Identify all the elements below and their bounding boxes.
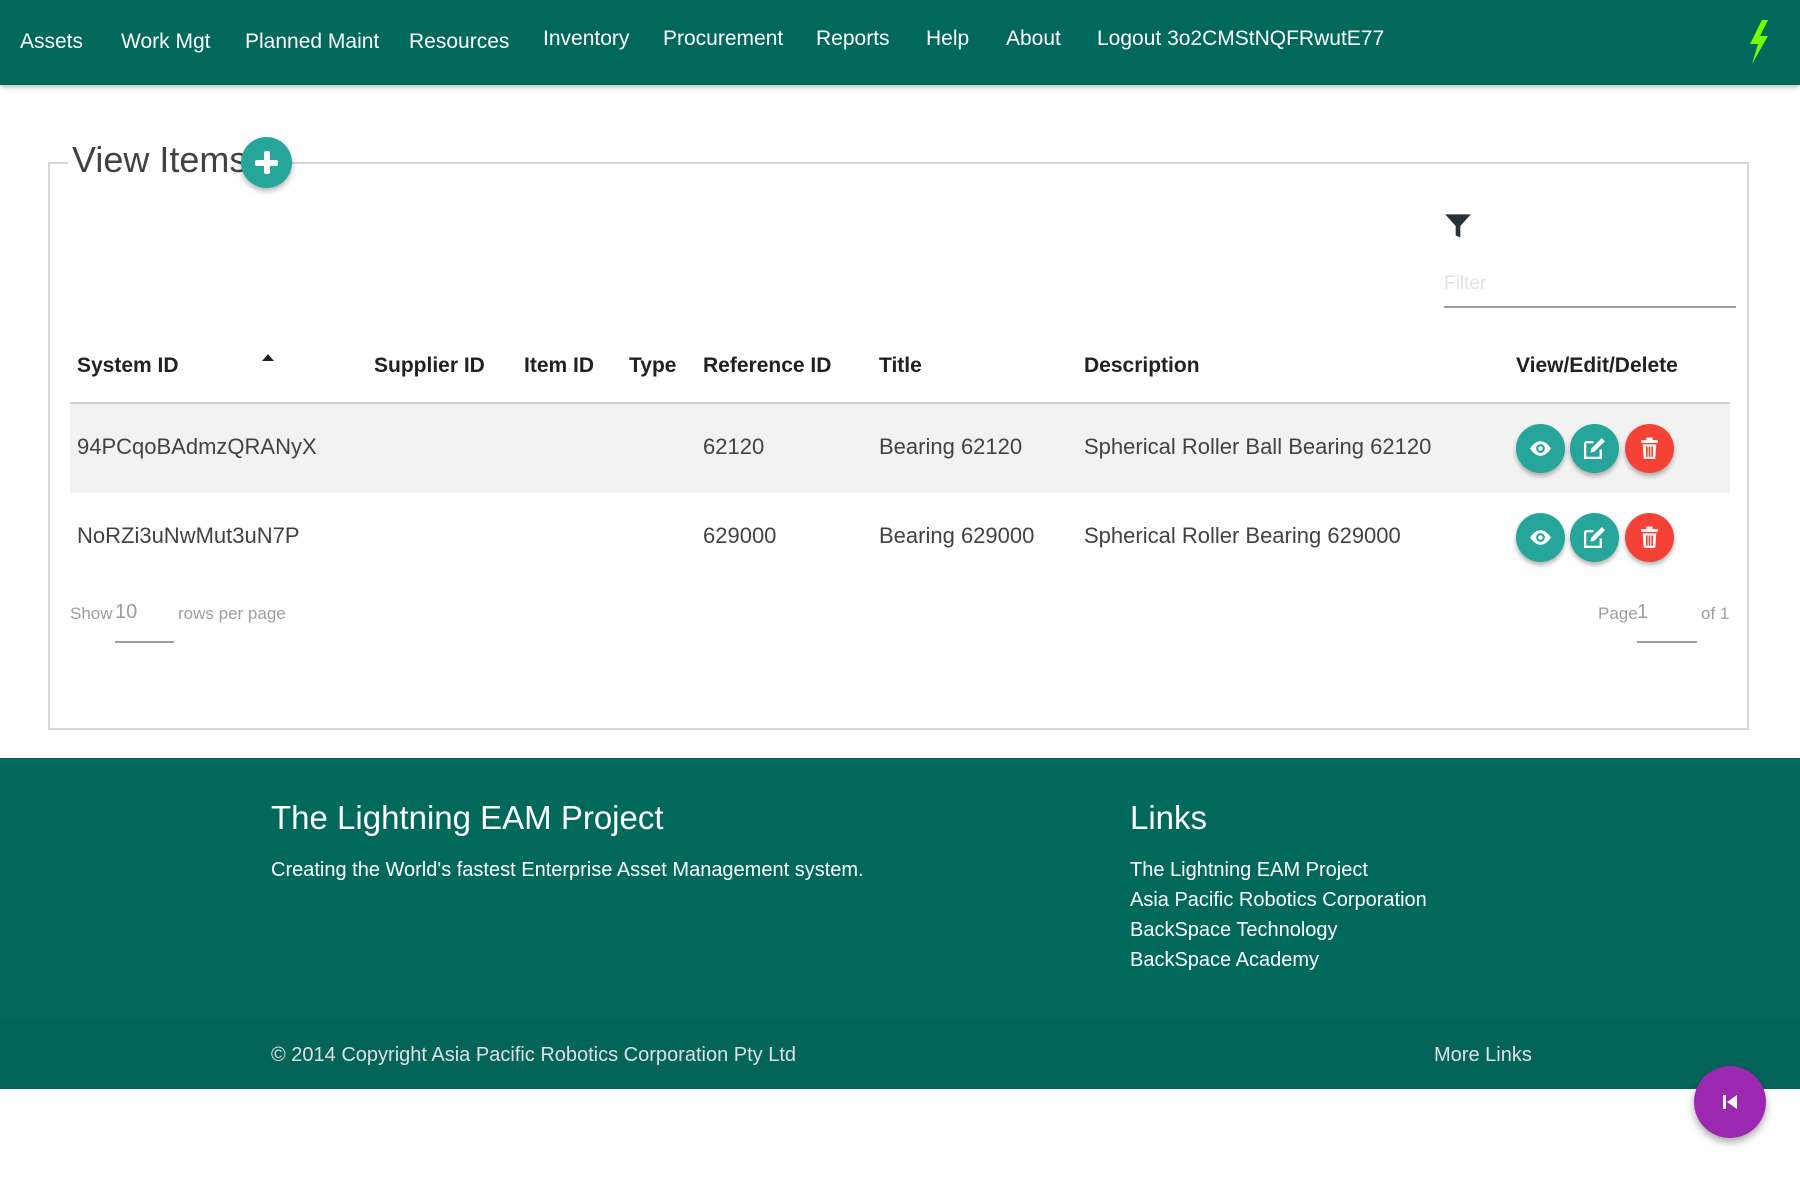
delete-button[interactable] (1625, 513, 1674, 562)
cell-reference-id: 629000 (703, 523, 777, 548)
page-number-input[interactable]: 1 (1637, 601, 1648, 624)
cell-description: Spherical Roller Ball Bearing 62120 (1084, 434, 1432, 459)
edit-pencil-icon (1583, 438, 1605, 460)
rows-per-page-underline (115, 641, 174, 643)
add-item-button[interactable] (241, 137, 292, 188)
more-links-link[interactable]: More Links (1434, 1044, 1532, 1067)
footer-link[interactable]: The Lightning EAM Project (1130, 859, 1368, 882)
nav-logout[interactable]: Logout 3o2CMStNQFRwutE77 (1097, 27, 1384, 51)
view-button[interactable] (1516, 424, 1565, 473)
cell-title: Bearing 62120 (879, 434, 1023, 459)
nav-help[interactable]: Help (926, 27, 969, 51)
edit-button[interactable] (1570, 424, 1619, 473)
cell-reference-id: 62120 (703, 434, 765, 459)
col-header-item-id[interactable]: Item ID (524, 354, 594, 378)
nav-work-mgt[interactable]: Work Mgt (121, 30, 210, 54)
cell-description: Spherical Roller Bearing 629000 (1084, 523, 1401, 548)
cell-system-id: 94PCqoBAdmzQRANyX (77, 434, 317, 459)
nav-planned-maint[interactable]: Planned Maint (245, 30, 379, 54)
nav-resources[interactable]: Resources (409, 30, 509, 54)
filter-input[interactable] (1444, 262, 1736, 308)
nav-reports[interactable]: Reports (816, 27, 890, 51)
page-label: Page (1598, 604, 1638, 623)
skip-back-icon (1723, 1095, 1737, 1109)
col-header-reference-id[interactable]: Reference ID (703, 354, 831, 378)
view-button[interactable] (1516, 513, 1565, 562)
page-number-underline (1637, 641, 1697, 643)
col-header-type[interactable]: Type (629, 354, 676, 378)
footer-title: The Lightning EAM Project (271, 799, 664, 836)
eye-icon (1530, 530, 1551, 545)
footer-links-title: Links (1130, 799, 1208, 836)
footer-tagline: Creating the World's fastest Enterprise … (271, 859, 864, 881)
col-header-system-id[interactable]: System ID (77, 354, 179, 378)
copyright-text: © 2014 Copyright Asia Pacific Robotics C… (271, 1044, 796, 1066)
nav-inventory[interactable]: Inventory (543, 27, 629, 51)
delete-button[interactable] (1625, 424, 1674, 473)
page: Assets Work Mgt Planned Maint Resources … (0, 0, 1800, 1200)
sort-ascending-icon[interactable] (262, 354, 274, 361)
trash-icon (1641, 437, 1658, 459)
rows-per-page-label: rows per page (178, 604, 286, 623)
col-header-supplier-id[interactable]: Supplier ID (374, 354, 485, 378)
trash-icon (1641, 526, 1658, 548)
col-header-title[interactable]: Title (879, 354, 922, 378)
rows-per-page-select[interactable]: 10 (115, 601, 137, 624)
nav-procurement[interactable]: Procurement (663, 27, 783, 51)
footer-link[interactable]: BackSpace Technology (1130, 919, 1338, 942)
show-label: Show (70, 604, 113, 623)
nav-about[interactable]: About (1006, 27, 1061, 51)
top-navbar: Assets Work Mgt Planned Maint Resources … (0, 0, 1800, 85)
col-header-actions: View/Edit/Delete (1516, 354, 1678, 377)
eye-icon (1530, 441, 1551, 456)
table-row: 94PCqoBAdmzQRANyX 62120 Bearing 62120 Sp… (70, 404, 1730, 493)
nav-assets[interactable]: Assets (20, 30, 83, 54)
footer-link[interactable]: BackSpace Academy (1130, 949, 1319, 972)
edit-pencil-icon (1583, 527, 1605, 549)
cell-system-id: NoRZi3uNwMut3uN7P (77, 523, 300, 548)
col-header-description[interactable]: Description (1084, 354, 1200, 378)
cell-title: Bearing 629000 (879, 523, 1035, 548)
page-title: View Items (68, 137, 252, 183)
page-total-label: of 1 (1701, 604, 1730, 623)
table-row: NoRZi3uNwMut3uN7P 629000 Bearing 629000 … (70, 493, 1730, 582)
filter-funnel-icon (1445, 214, 1471, 238)
edit-button[interactable] (1570, 513, 1619, 562)
back-fab-button[interactable] (1694, 1066, 1766, 1138)
footer-link[interactable]: Asia Pacific Robotics Corporation (1130, 889, 1427, 912)
lightning-bolt-icon[interactable] (1742, 20, 1772, 64)
